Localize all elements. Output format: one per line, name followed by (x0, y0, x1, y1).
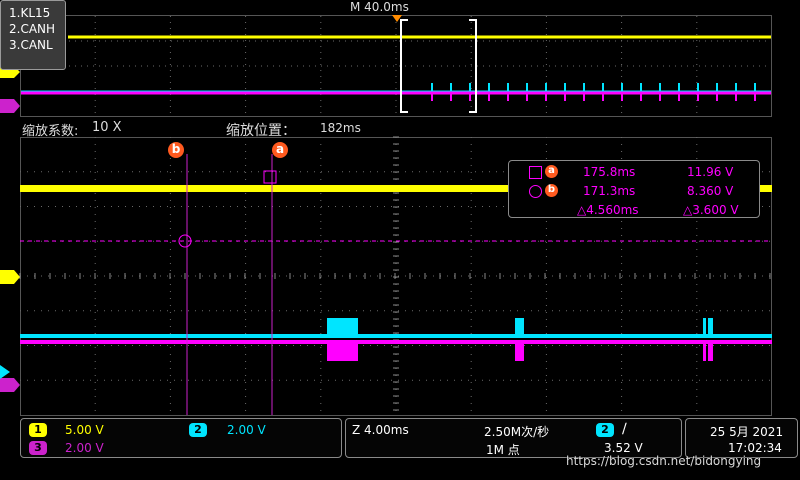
cursor-b-label[interactable]: b (168, 142, 184, 158)
ch2-chip[interactable]: 2 (189, 423, 207, 437)
zoom-factor-value: 10 X (92, 120, 122, 135)
zoom-position-label: 缩放位置： (226, 123, 296, 139)
watermark: https://blog.csdn.net/bidongying (566, 454, 762, 468)
cursor-b-time: 171.3ms (583, 184, 636, 198)
date: 25 5月 2021 (710, 425, 784, 439)
sample-rate: 2.50M次/秒 (484, 425, 550, 439)
ch3-burst (515, 343, 524, 361)
overview-ch3-marker (0, 99, 20, 113)
ch3-chip[interactable]: 3 (29, 441, 47, 455)
delta-value: △3.600 V (683, 203, 739, 217)
record-length: 1M 点 (486, 443, 520, 457)
timebase-panel[interactable]: Z 4.00ms 2.50M次/秒 1M 点 2 ∕ 3.52 V (345, 418, 682, 458)
overview-time-label: M 40.0ms (350, 0, 409, 14)
cursor-a-label[interactable]: a (272, 142, 288, 158)
zoom-factor-label: 缩放系数: (22, 124, 79, 139)
ch2-trace (20, 334, 772, 338)
zoom-timebase[interactable]: Z 4.00ms (352, 423, 409, 437)
ch2-burst (703, 318, 706, 336)
cursor-a-value: 11.96 V (687, 165, 734, 179)
ch3-scale[interactable]: 2.00 V (65, 441, 104, 455)
scope-graphics (0, 15, 772, 416)
zoom-window-left-bracket (400, 19, 408, 113)
circle-marker-icon (529, 185, 542, 198)
ch2-burst (515, 318, 524, 336)
channel-scale-panel[interactable]: 1 5.00 V 2 2.00 V 3 2.00 V (20, 418, 342, 458)
cursor-measurement-box: a 175.8ms 11.96 V b 171.3ms 8.360 V △4.5… (508, 160, 760, 218)
trigger-source-chip[interactable]: 2 (596, 423, 614, 437)
ch2-level-marker (0, 365, 10, 379)
ch3-burst (708, 343, 713, 361)
cursor-a-badge: a (545, 165, 558, 178)
cursor-b-value: 8.360 V (687, 184, 734, 198)
ch3-burst (327, 343, 358, 361)
ch3-level-marker (0, 378, 20, 392)
ch1-scale[interactable]: 5.00 V (65, 423, 104, 437)
overview-frame (20, 15, 772, 117)
legend-ch3: 3.CANL (9, 38, 53, 52)
trigger-slope-icon[interactable]: ∕ (622, 421, 627, 437)
cursor-b-badge: b (545, 184, 558, 197)
ch3-trace (20, 340, 772, 344)
ch2-burst (327, 318, 358, 336)
square-marker-icon (529, 166, 542, 179)
channel-legend: 1.KL15 2.CANH 3.CANL (0, 0, 66, 70)
ch2-scale[interactable]: 2.00 V (227, 423, 266, 437)
legend-ch1: 1.KL15 (9, 6, 51, 20)
datetime-panel: 25 5月 2021 17:02:34 (685, 418, 798, 458)
zoom-position-value: 182ms (320, 121, 361, 135)
delta-time: △4.560ms (577, 203, 639, 217)
cursor-a-time: 175.8ms (583, 165, 636, 179)
legend-ch2: 2.CANH (9, 22, 56, 36)
cursor-a-point-icon (263, 170, 277, 184)
time: 17:02:34 (728, 441, 782, 455)
ch2-burst (708, 318, 713, 336)
trigger-level[interactable]: 3.52 V (604, 441, 643, 455)
ch1-level-marker (0, 270, 20, 284)
ch1-chip[interactable]: 1 (29, 423, 47, 437)
ch3-burst (703, 343, 706, 361)
